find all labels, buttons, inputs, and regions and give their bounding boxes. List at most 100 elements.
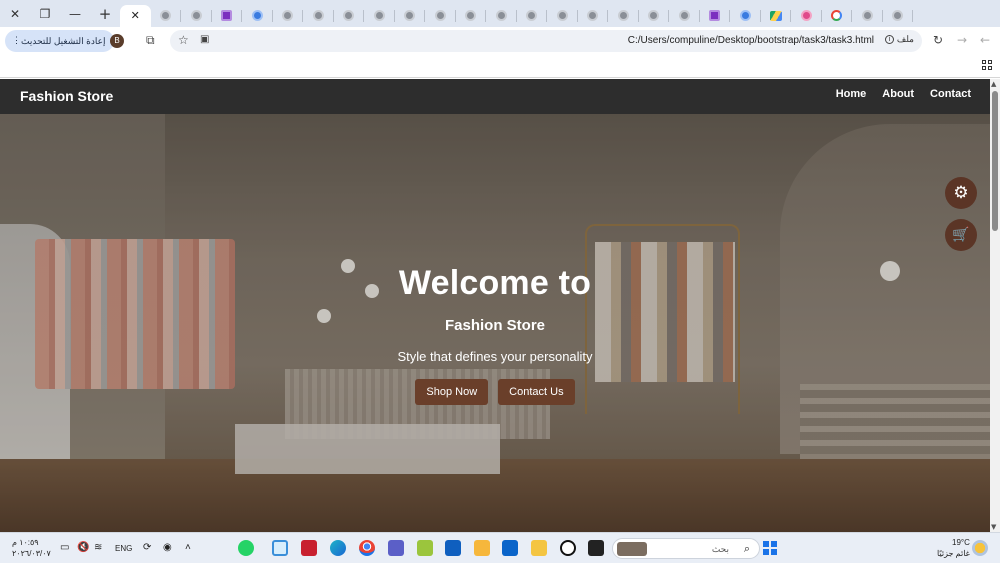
address-bar[interactable]: ☆ ▣ C:/Users/compuline/Desktop/bootstrap… [170,30,922,52]
search-highlight-image [617,542,647,556]
pdf-reader-icon[interactable] [301,540,317,556]
hero-title: Welcome to [398,264,592,302]
hero-buttons: Shop Now Contact Us [0,379,990,405]
microsoft-store-icon[interactable] [445,540,461,556]
minimize-window-icon[interactable]: — [60,0,90,27]
browser-tab[interactable] [700,5,730,27]
scroll-up-icon[interactable]: ▲ [991,80,996,88]
terminal-app-icon[interactable] [588,540,604,556]
browser-tab[interactable] [395,5,425,27]
contact-us-button[interactable]: Contact Us [498,379,575,405]
browser-tab[interactable] [181,5,212,27]
chrome-browser-icon[interactable] [359,540,375,556]
browser-tab[interactable] [791,5,822,27]
hero-section: Welcome to Fashion Store Style that defi… [0,114,990,532]
nav-link-home[interactable]: Home [836,88,867,100]
back-icon[interactable]: ← [980,33,990,47]
browser-tab[interactable] [852,5,883,27]
forward-icon[interactable]: → [957,33,967,47]
browser-tab[interactable] [608,5,639,27]
browser-tab[interactable] [883,5,913,27]
search-placeholder: بحث [711,544,729,554]
apps-grid-icon[interactable] [982,60,992,70]
browser-tab[interactable] [822,5,852,27]
browser-tab[interactable] [364,5,395,27]
chatgpt-app-icon[interactable] [560,540,576,556]
settings-gear-icon[interactable]: ⚙ [945,177,977,209]
snipping-tool-icon[interactable] [272,540,288,556]
update-restart-button[interactable]: ⋮ إعادة التشغيل للتحديث [5,30,114,52]
teams-app-icon[interactable] [388,540,404,556]
extensions-icon[interactable]: ⧉ [146,33,155,47]
reload-icon[interactable]: ↻ [933,33,943,47]
clock-date[interactable]: ٢٠٢٦/٠٣/٠٧ [12,549,51,558]
tab-favicon-icon [190,10,202,21]
outlook-app-icon[interactable] [502,540,518,556]
browser-tab[interactable] [303,5,334,27]
cast-icon[interactable]: ▣ [200,33,209,47]
browser-tab[interactable] [242,5,273,27]
browser-tab[interactable] [639,5,669,27]
weather-description[interactable]: غائم جزئيًا [937,549,970,558]
tab-favicon-icon [800,10,812,21]
new-tab-button[interactable]: + [90,0,120,27]
tab-favicon-icon [526,10,538,21]
whatsapp-app-icon[interactable] [238,540,254,556]
browser-tab[interactable] [212,5,242,27]
scroll-down-icon[interactable]: ▼ [991,523,996,531]
nav-link-contact[interactable]: Contact [930,88,971,100]
url-text[interactable]: C:/Users/compuline/Desktop/bootstrap/tas… [628,35,874,46]
wifi-icon[interactable]: ≋ [94,542,102,553]
browser-tab[interactable] [669,5,700,27]
nav-links: Home About Contact [836,88,971,100]
sync-icon[interactable]: ⟳ [143,542,151,553]
tab-favicon-icon [312,10,324,21]
more-options-icon[interactable]: ⋮ [12,35,21,46]
battery-icon[interactable]: ▭ [60,542,69,553]
browser-tab-active[interactable]: ✕ [120,4,151,27]
browser-tab[interactable] [517,5,547,27]
page-scrollbar[interactable]: ▲ ▼ [990,79,1000,532]
site-brand[interactable]: Fashion Store [20,88,113,104]
taskbar-search-box[interactable]: بحث ⌕ [612,538,760,559]
browser-tab[interactable] [334,5,364,27]
language-indicator[interactable]: ENG [115,544,132,553]
browser-tab[interactable] [761,5,791,27]
weather-icon[interactable] [972,540,988,556]
tab-favicon-icon [617,10,629,21]
browser-tab[interactable] [425,5,456,27]
tab-favicon-icon [221,10,233,21]
close-window-icon[interactable]: ✕ [0,0,30,27]
nav-link-about[interactable]: About [882,88,914,100]
volume-muted-icon[interactable]: 🔇 [77,542,89,553]
shopping-cart-icon[interactable]: 🛒 [945,219,977,251]
site-info-chip[interactable]: i ملف [884,34,914,45]
browser-tab[interactable] [273,5,303,27]
hero-content: Welcome to Fashion Store Style that defi… [0,264,990,405]
weather-temperature[interactable]: 19°C [952,538,970,547]
browser-toolbar: ⋮ إعادة التشغيل للتحديث B ⧉ ☆ ▣ C:/Users… [0,27,1000,55]
browser-tab[interactable] [730,5,761,27]
file-explorer-icon[interactable] [531,540,547,556]
search-icon: ⌕ [743,542,750,555]
browser-tab[interactable] [547,5,578,27]
scrollbar-thumb[interactable] [992,91,998,231]
show-hidden-icons[interactable]: ˄ [185,542,191,553]
windows-start-icon[interactable] [763,541,777,555]
tab-favicon-icon [495,10,507,21]
browser-tab[interactable] [578,5,608,27]
close-tab-icon[interactable]: ✕ [131,9,140,22]
profile-avatar[interactable]: B [110,34,124,48]
restore-window-icon[interactable]: ❐ [30,0,60,27]
network-icon[interactable]: ◉ [163,542,172,553]
edge-browser-icon[interactable] [330,540,346,556]
browser-tab[interactable] [486,5,517,27]
notes-app-icon[interactable] [474,540,490,556]
game-app-icon[interactable] [417,540,433,556]
browser-tab[interactable] [151,5,181,27]
tab-favicon-icon [160,10,172,21]
browser-tab[interactable] [456,5,486,27]
shop-now-button[interactable]: Shop Now [415,379,489,405]
bookmark-star-icon[interactable]: ☆ [178,33,189,47]
clock-time[interactable]: ١٠:٥٩ م [12,538,39,547]
